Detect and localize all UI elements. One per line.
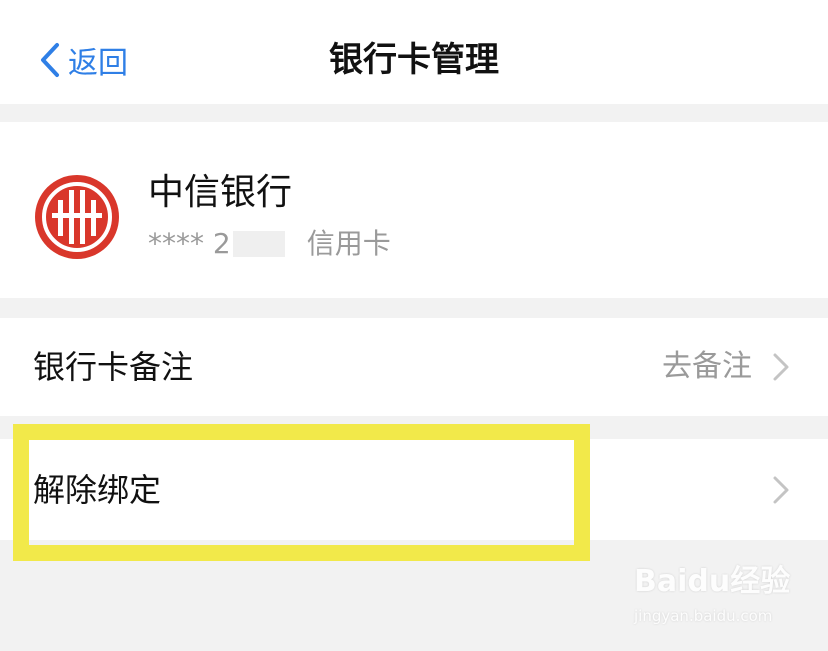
watermark-brand: Baidu经验 bbox=[634, 564, 791, 599]
watermark-url: jingyan.baidu.com bbox=[634, 607, 773, 625]
redaction-block bbox=[232, 231, 285, 257]
watermark: Baidu经验 jingyan.baidu.com bbox=[634, 562, 790, 634]
unbind-row[interactable]: 解除绑定 bbox=[0, 439, 828, 540]
nav-bar: 返回 银行卡管理 bbox=[0, 0, 828, 104]
chevron-right-icon bbox=[773, 353, 789, 381]
page-title: 银行卡管理 bbox=[329, 40, 499, 80]
remark-row[interactable]: 银行卡备注 去备注 bbox=[0, 318, 828, 416]
chevron-right-icon bbox=[773, 476, 789, 504]
card-number: **** 2 bbox=[148, 227, 231, 260]
remark-label: 银行卡备注 bbox=[33, 348, 194, 386]
bank-name: 中信银行 bbox=[148, 172, 293, 213]
remark-value: 去备注 bbox=[662, 349, 752, 384]
unbind-label: 解除绑定 bbox=[33, 471, 162, 509]
card-meta: **** 2 信用卡 bbox=[148, 224, 391, 264]
card-type: 信用卡 bbox=[306, 227, 391, 260]
bank-card-info: 中信银行 **** 2 信用卡 bbox=[0, 122, 828, 298]
citic-bank-logo-icon bbox=[35, 175, 119, 259]
